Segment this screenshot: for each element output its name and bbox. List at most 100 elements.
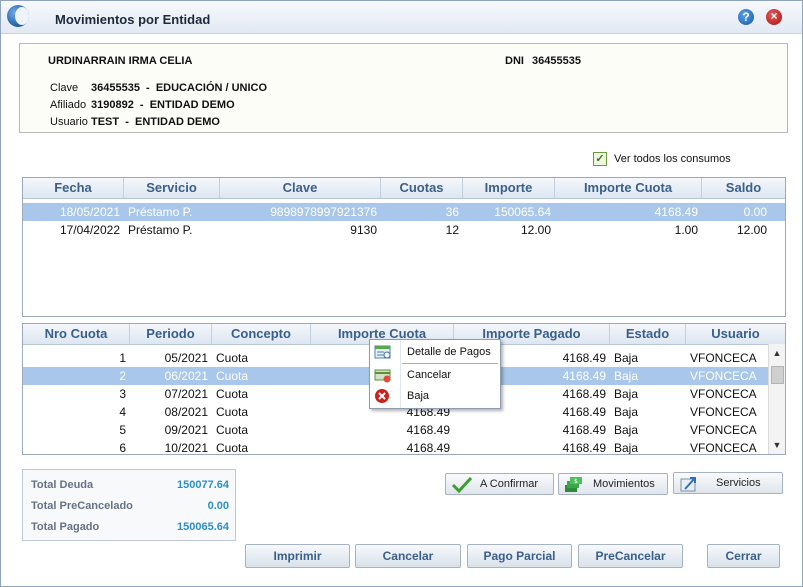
- col-concepto[interactable]: Concepto: [212, 324, 311, 344]
- button-label: Movimientos: [593, 478, 655, 490]
- col-fecha[interactable]: Fecha: [23, 178, 124, 198]
- cell-estado: Baja: [614, 351, 639, 365]
- servicios-button[interactable]: Servicios: [673, 472, 783, 494]
- cell-servicio: Préstamo P.: [128, 205, 193, 219]
- cell-servicio: Préstamo P.: [128, 223, 193, 237]
- pago-parcial-button[interactable]: Pago Parcial: [467, 544, 572, 568]
- scroll-thumb[interactable]: [771, 366, 784, 384]
- cell-cuotas: 36: [445, 205, 459, 219]
- col-estado[interactable]: Estado: [610, 324, 686, 344]
- person-info-panel: URDINARRAIN IRMA CELIA DNI 36455535 Clav…: [19, 43, 788, 133]
- precancelar-button[interactable]: PreCancelar: [578, 544, 683, 568]
- cell-concepto: Cuota: [216, 369, 249, 383]
- col-importe-cuota[interactable]: Importe Cuota: [555, 178, 702, 198]
- app-logo-icon: [7, 5, 29, 27]
- clave-value: 36455535 - EDUCACIÓN / UNICO: [91, 82, 268, 94]
- a-confirmar-button[interactable]: A Confirmar: [445, 473, 554, 495]
- cell-concepto: Cuota: [216, 405, 249, 419]
- col-cuotas[interactable]: Cuotas: [381, 178, 463, 198]
- svg-text:$: $: [574, 478, 578, 485]
- col-servicio[interactable]: Servicio: [124, 178, 220, 198]
- dni-label: DNI: [505, 55, 524, 67]
- usuario-label: Usuario: [50, 116, 88, 128]
- cell-periodo: 08/2021: [164, 405, 208, 419]
- menu-item-label: Baja: [407, 390, 430, 402]
- cell-concepto: Cuota: [216, 351, 249, 365]
- table-row[interactable]: 17/04/2022 Préstamo P. 9130 12 12.00 1.0…: [23, 221, 785, 239]
- col-usuario[interactable]: Usuario: [686, 324, 785, 344]
- cell-importe: 150065.64: [494, 205, 551, 219]
- menu-item-detalle-pagos[interactable]: Detalle de Pagos: [370, 342, 500, 364]
- cancelar-button[interactable]: Cancelar: [355, 544, 461, 568]
- scroll-down-icon[interactable]: ▼: [772, 440, 782, 450]
- cell-periodo: 10/2021: [164, 441, 208, 455]
- movimientos-button[interactable]: $ Movimientos: [558, 473, 668, 495]
- cell-periodo: 06/2021: [164, 369, 208, 383]
- cell-concepto: Cuota: [216, 423, 249, 437]
- menu-item-label: Cancelar: [407, 369, 452, 381]
- context-menu: Detalle de Pagos Cancelar Baja: [369, 339, 501, 409]
- total-pagado-value: 150065.64: [177, 521, 229, 533]
- cell-fecha: 17/04/2022: [59, 223, 120, 237]
- col-periodo[interactable]: Periodo: [130, 324, 212, 344]
- totals-panel: Total Deuda 150077.64 Total PreCancelado…: [22, 469, 236, 541]
- cuotas-scrollbar[interactable]: ▲ ▼: [768, 344, 785, 454]
- cell-nro: 4: [119, 405, 126, 419]
- money-stack-icon: $: [565, 477, 582, 492]
- total-precancelado-value: 0.00: [207, 500, 229, 512]
- cell-clave: 9898978997921376: [270, 205, 377, 219]
- cell-estado: Baja: [614, 369, 639, 383]
- cell-nro: 6: [119, 441, 126, 455]
- cell-estado: Baja: [614, 387, 639, 401]
- col-clave[interactable]: Clave: [220, 178, 381, 198]
- cell-usuario: VFONCECA: [690, 441, 757, 455]
- total-pagado-label: Total Pagado: [31, 521, 100, 533]
- cell-importe-cuota: 4168.49: [406, 441, 450, 455]
- services-arrow-icon: [680, 477, 696, 492]
- cell-fecha: 18/05/2021: [59, 205, 120, 219]
- cell-periodo: 09/2021: [164, 423, 208, 437]
- col-saldo[interactable]: Saldo: [702, 178, 785, 198]
- table-row[interactable]: 18/05/2021 Préstamo P. 9898978997921376 …: [23, 203, 785, 221]
- cell-usuario: VFONCECA: [690, 405, 757, 419]
- scroll-up-icon[interactable]: ▲: [772, 348, 782, 358]
- cell-saldo: 0.00: [743, 205, 767, 219]
- table-row[interactable]: 6 10/2021 Cuota 4168.49 4168.49 Baja VFO…: [23, 439, 768, 455]
- cell-nro: 3: [119, 387, 126, 401]
- table-row[interactable]: 5 09/2021 Cuota 4168.49 4168.49 Baja VFO…: [23, 421, 768, 439]
- total-deuda-value: 150077.64: [177, 479, 229, 491]
- col-nro-cuota[interactable]: Nro Cuota: [23, 324, 130, 344]
- window-title: Movimientos por Entidad: [55, 12, 211, 27]
- imprimir-button[interactable]: Imprimir: [245, 544, 350, 568]
- checkbox-check-icon: ✓: [595, 153, 605, 165]
- help-icon[interactable]: ?: [738, 9, 754, 25]
- total-precancelado-label: Total PreCancelado: [31, 500, 133, 512]
- confirm-check-icon: [451, 476, 473, 493]
- cell-nro: 1: [119, 351, 126, 365]
- cell-estado: Baja: [614, 405, 639, 419]
- cerrar-button[interactable]: Cerrar: [707, 544, 780, 568]
- afiliado-label: Afiliado: [50, 99, 87, 111]
- button-label: A Confirmar: [480, 478, 539, 490]
- ver-todos-label[interactable]: Ver todos los consumos: [614, 153, 731, 165]
- close-icon[interactable]: ×: [766, 9, 782, 25]
- cell-nro: 5: [119, 423, 126, 437]
- usuario-value: TEST - ENTIDAD DEMO: [91, 116, 220, 128]
- person-name: URDINARRAIN IRMA CELIA: [48, 55, 193, 67]
- cell-concepto: Cuota: [216, 387, 249, 401]
- cell-importe-pagado: 4168.49: [562, 441, 606, 455]
- dni-value: 36455535: [532, 55, 581, 67]
- cell-importe-pagado: 4168.49: [562, 423, 606, 437]
- cell-estado: Baja: [614, 441, 639, 455]
- dialog-window: Movimientos por Entidad ? × URDINARRAIN …: [0, 0, 803, 587]
- col-importe[interactable]: Importe: [463, 178, 555, 198]
- cancel-card-icon: [374, 369, 391, 383]
- title-bar: Movimientos por Entidad ? ×: [1, 1, 802, 34]
- cell-importe-cuota: 4168.49: [406, 423, 450, 437]
- menu-item-baja[interactable]: Baja: [370, 386, 500, 408]
- ver-todos-checkbox[interactable]: ✓: [593, 152, 607, 166]
- menu-item-cancelar[interactable]: Cancelar: [370, 365, 500, 387]
- cell-importe-cuota: 1.00: [674, 223, 698, 237]
- delete-x-icon: [375, 389, 389, 403]
- cell-usuario: VFONCECA: [690, 369, 757, 383]
